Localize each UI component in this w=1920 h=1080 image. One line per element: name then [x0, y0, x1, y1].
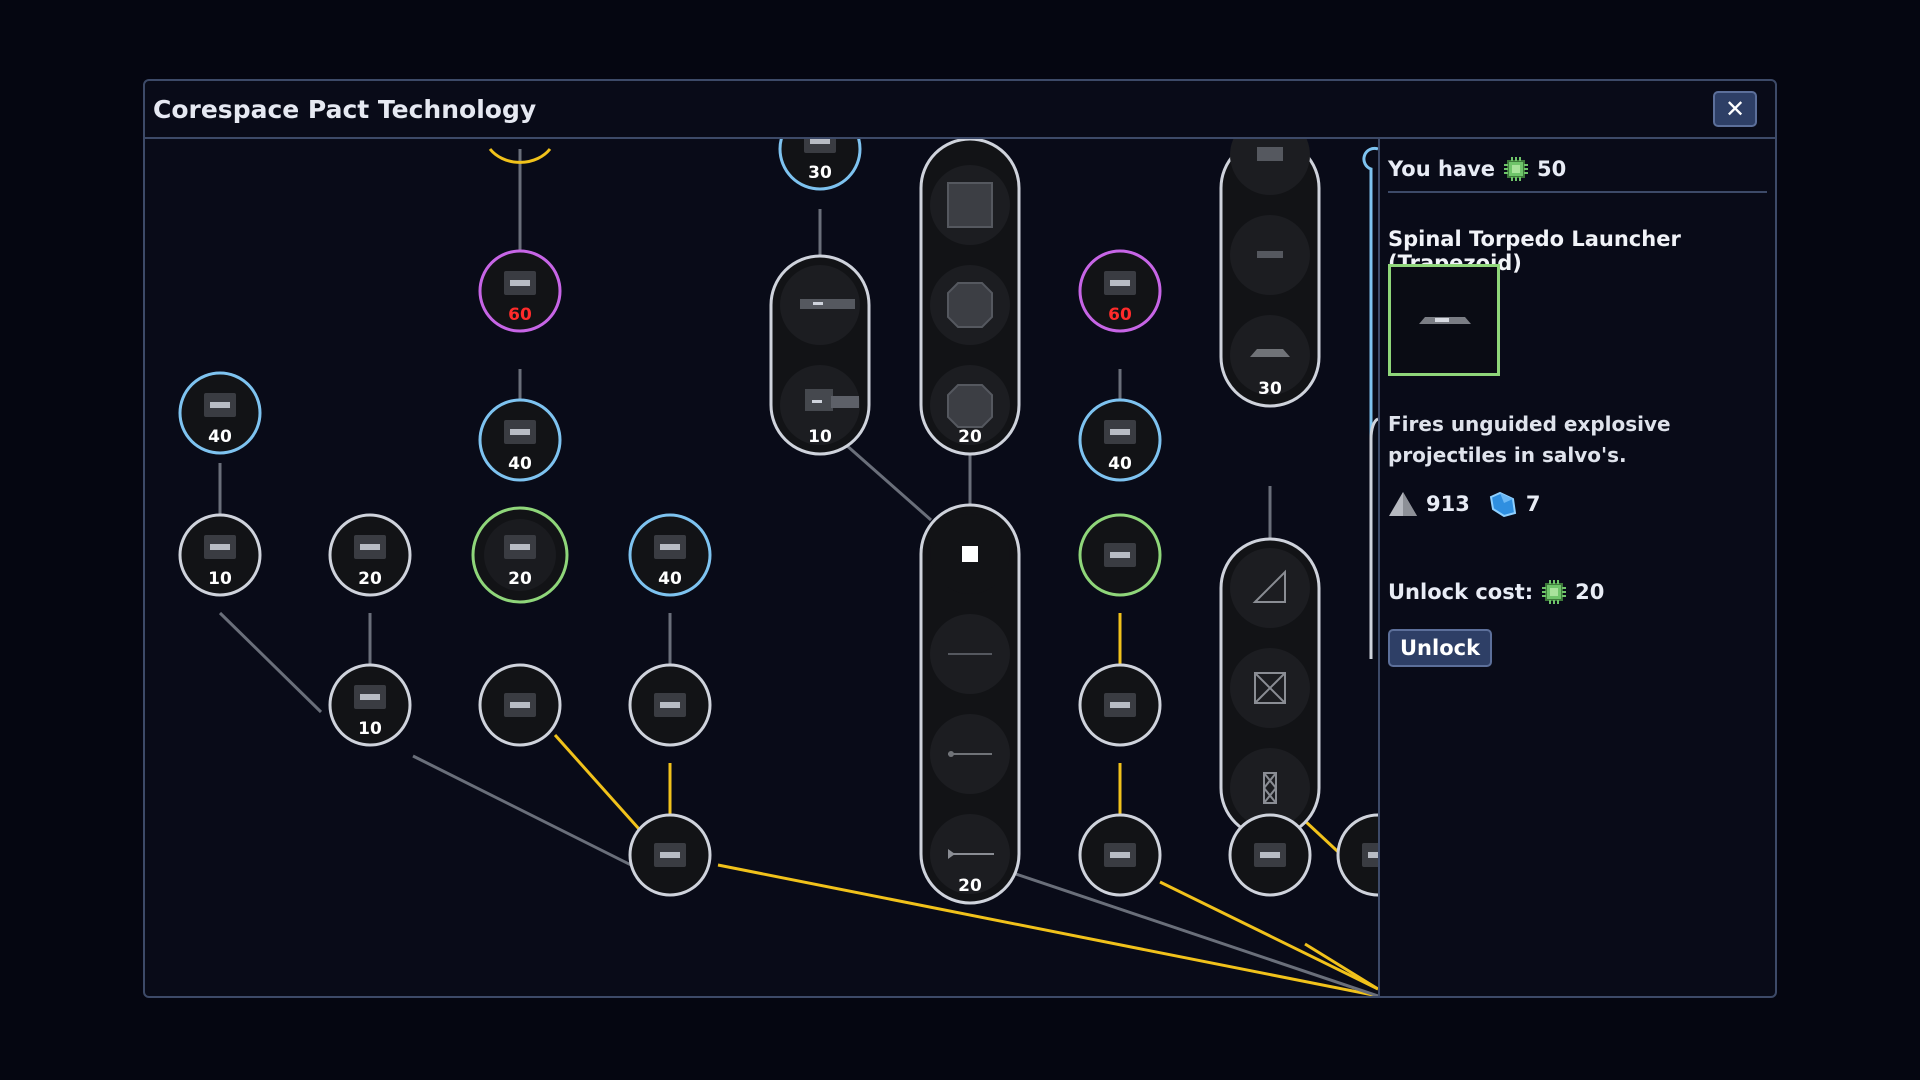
tech-node-n60b[interactable]: 60 [1078, 249, 1162, 333]
node-cost: 60 [508, 305, 532, 325]
node-cost: 40 [208, 427, 232, 447]
plate-octagon-icon [947, 384, 993, 428]
pill-cost: 20 [958, 427, 982, 447]
offscreen-pill-edge [1369, 417, 1378, 659]
pill-top[interactable]: 30 [1219, 139, 1321, 408]
clamp-icon [1104, 843, 1136, 867]
pill-armor[interactable]: 20 [919, 139, 1021, 456]
heavy-turret-icon [504, 271, 536, 295]
dash-icon [1257, 251, 1283, 258]
tech-node-n30top[interactable]: 30 [778, 139, 862, 191]
pill-lines[interactable]: 20 [919, 503, 1021, 905]
currency-row: You have 50 [1388, 147, 1767, 193]
you-have-value: 50 [1537, 157, 1567, 181]
node-cost: 20 [508, 569, 532, 589]
gun-barrel-icon [204, 393, 236, 417]
tech-node-n40b[interactable]: 40 [478, 398, 562, 482]
node-cost: 40 [1108, 454, 1132, 474]
core-hub-icon [654, 843, 686, 867]
plate-icon [1257, 147, 1283, 161]
plate-square-icon [947, 182, 993, 228]
unlock-cost-label: Unlock cost: [1388, 580, 1534, 604]
node-cost: 10 [358, 719, 382, 739]
unlock-button[interactable]: Unlock [1388, 629, 1493, 667]
item-preview [1388, 264, 1500, 376]
tech-tree[interactable]: 10 20 30 20 40 10 20 10 60 40 20 40 30 6… [145, 139, 1378, 996]
connector [844, 442, 932, 522]
stat-mass: 913 [1426, 492, 1470, 516]
tech-node-n40a[interactable]: 40 [178, 371, 262, 455]
grate-icon [1104, 271, 1136, 295]
long-beam-icon [800, 299, 855, 309]
tech-node-ncross[interactable] [1228, 813, 1312, 897]
node-cost: 60 [1108, 305, 1132, 325]
pill-cost: 30 [1258, 379, 1282, 399]
node-cost: 20 [358, 569, 382, 589]
you-have-label: You have [1388, 157, 1496, 181]
tech-node-ngreen2[interactable] [1078, 513, 1162, 597]
stat-crystal: 7 [1525, 492, 1541, 516]
node-cost: 40 [658, 569, 682, 589]
tech-node-n10a[interactable]: 10 [178, 513, 262, 597]
detail-panel: You have 50 Spinal Torpedo Launcher (Tra… [1378, 139, 1775, 996]
node-cost: 40 [508, 454, 532, 474]
square-icon [1362, 843, 1378, 867]
tech-node-nslot[interactable] [1078, 663, 1162, 747]
tech-node-ncannon[interactable] [628, 663, 712, 747]
node-cost: 30 [808, 163, 832, 183]
pill-beams[interactable]: 10 [769, 254, 871, 456]
tech-tree-canvas: 10 20 30 20 4010 2010604020 40306040 [178, 139, 1378, 996]
mass-icon [1389, 492, 1417, 516]
trapezoid-plate-icon [1250, 349, 1290, 357]
connector [412, 754, 638, 870]
crosshair-icon [1254, 843, 1286, 867]
block-cannon-icon [654, 693, 686, 717]
trapezoid-launcher-icon [504, 535, 536, 559]
node-cost: 10 [208, 569, 232, 589]
beam-icon [804, 139, 836, 153]
tech-node-n60a[interactable]: 60 [478, 249, 562, 333]
tech-node-n10b[interactable]: 10 [328, 663, 412, 747]
item-description: Fires unguided explosive projectiles in … [1388, 412, 1671, 467]
tech-node-n40c[interactable]: 40 [628, 513, 712, 597]
vent-icon [1104, 420, 1136, 444]
window-title: Corespace Pact Technology [153, 95, 537, 124]
item-stats: 913 7 [1388, 491, 1540, 517]
connector [553, 734, 641, 830]
trapezoid-launcher-icon [1419, 317, 1471, 324]
unlock-cost-value: 20 [1575, 580, 1605, 604]
crystal-icon [1489, 491, 1516, 517]
tech-nodes: 40 10 20 10 60 40 20 40 30 60 40 [178, 139, 1378, 897]
tech-node-n40d[interactable]: 40 [1078, 398, 1162, 482]
rail-turret-icon [654, 535, 686, 559]
blaster-icon [204, 535, 236, 559]
pill-cost: 10 [808, 427, 832, 447]
close-button[interactable]: ✕ [1713, 91, 1757, 127]
square-icon [962, 546, 978, 562]
unlock-cost-row: Unlock cost: 20 [1388, 579, 1604, 605]
bracket-icon [1104, 543, 1136, 567]
slot-icon [1104, 693, 1136, 717]
title-bar: Corespace Pact Technology ✕ [145, 81, 1775, 139]
tech-chip-icon [1504, 157, 1529, 181]
close-icon: ✕ [1724, 95, 1746, 123]
pill-shapes[interactable] [1219, 537, 1321, 839]
tech-node-n20a[interactable]: 20 [328, 513, 412, 597]
armored-turret-icon [504, 420, 536, 444]
hex-turret-icon [354, 535, 386, 559]
cannon-mount-icon [354, 685, 386, 709]
tech-node-nsquare[interactable] [1336, 813, 1378, 897]
tech-node-nlaunch[interactable] [478, 663, 562, 747]
tech-node-nclamp[interactable] [1078, 813, 1162, 897]
tech-node-n20sel[interactable]: 20 [471, 506, 569, 604]
plate-octagon-cross-icon [947, 282, 993, 328]
pill-cost: 20 [958, 876, 982, 896]
tech-node-nhub[interactable] [628, 813, 712, 897]
launcher-icon [504, 693, 536, 717]
connector [218, 611, 323, 714]
tech-chip-icon [1542, 580, 1567, 604]
tech-window: Corespace Pact Technology ✕ 10 20 30 20 … [143, 79, 1777, 998]
